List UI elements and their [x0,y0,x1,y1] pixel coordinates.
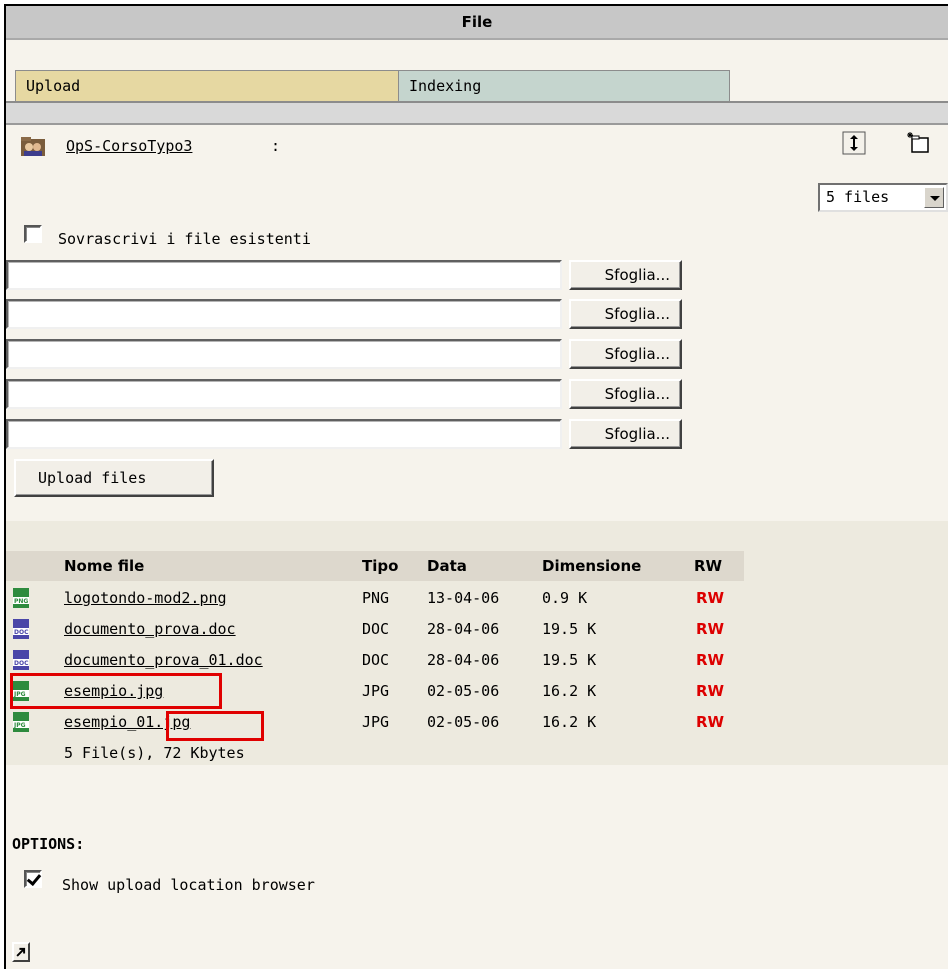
jpg-icon: JPG [13,712,29,732]
file-rw: RW [696,682,725,700]
browse-button-4[interactable]: Sfoglia... [569,379,682,409]
svg-text:JPG: JPG [13,722,26,729]
column-header-date[interactable]: Data [427,557,467,575]
chevron-down-icon[interactable] [924,187,944,208]
folder-icon [21,137,45,156]
path-separator: : [271,137,281,155]
table-row[interactable]: DOC documento_prova.doc DOC 28-04-06 19.… [6,614,744,645]
column-header-size[interactable]: Dimensione [542,557,641,575]
file-name-link[interactable]: esempio_01.jpg [64,713,190,731]
file-name-link[interactable]: esempio.jpg [64,682,163,700]
file-date: 13-04-06 [427,589,500,607]
file-rw: RW [696,620,725,638]
table-row[interactable]: JPG esempio_01.jpg JPG 02-05-06 16.2 K R… [6,707,744,738]
svg-text:PNG: PNG [14,598,28,605]
file-list-panel: Nome file Tipo Data Dimensione RW PNG lo… [6,521,948,765]
file-input-2[interactable] [6,299,562,329]
file-rw: RW [696,651,725,669]
file-type: PNG [362,589,390,607]
column-header-type[interactable]: Tipo [362,557,398,575]
svg-text:JPG: JPG [13,691,26,698]
column-header-name[interactable]: Nome file [64,557,144,575]
file-type: JPG [362,682,390,700]
table-row[interactable]: PNG logotondo-mod2.png PNG 13-04-06 0.9 … [6,583,744,614]
separator-band [6,103,948,125]
file-date: 02-05-06 [427,682,500,700]
file-name-link[interactable]: logotondo-mod2.png [64,589,227,607]
browse-button-1[interactable]: Sfoglia... [569,260,682,290]
file-name-link[interactable]: documento_prova_01.doc [64,651,263,669]
file-size: 16.2 K [542,682,597,700]
table-row[interactable]: JPG esempio.jpg JPG 02-05-06 16.2 K RW [6,676,744,707]
png-icon: PNG [13,588,29,608]
tab-upload[interactable]: Upload [15,70,399,102]
upload-files-button[interactable]: Upload files [14,459,214,497]
file-date: 02-05-06 [427,713,500,731]
file-module-frame: File Upload Indexing OpS-CorsoTypo3 : 5 … [4,4,948,969]
column-header-rw: RW [694,557,723,575]
file-type: JPG [362,713,390,731]
browse-button-2[interactable]: Sfoglia... [569,299,682,329]
table-row[interactable]: DOC documento_prova_01.doc DOC 28-04-06 … [6,645,744,676]
tab-indexing[interactable]: Indexing [398,70,730,102]
browse-button-5[interactable]: Sfoglia... [569,419,682,449]
path-folder-link[interactable]: OpS-CorsoTypo3 [66,137,192,155]
jpg-icon: JPG [13,681,29,701]
show-upload-browser-checkbox[interactable] [24,870,42,888]
file-input-5[interactable] [6,419,562,449]
file-date: 28-04-06 [427,651,500,669]
files-count-value: 5 files [826,188,890,206]
file-input-1[interactable] [6,260,562,290]
file-rw: RW [696,589,725,607]
file-input-3[interactable] [6,339,562,369]
doc-icon: DOC [13,619,29,639]
files-count-select[interactable]: 5 files [818,183,948,212]
file-type: DOC [362,620,390,638]
file-rw: RW [696,713,725,731]
file-list-header: Nome file Tipo Data Dimensione RW [6,551,744,581]
file-size: 16.2 K [542,713,597,731]
tab-bar: Upload Indexing [15,70,730,102]
options-title: OPTIONS: [12,835,85,853]
file-date: 28-04-06 [427,620,500,638]
path-bar: OpS-CorsoTypo3 : [6,127,948,163]
file-size: 19.5 K [542,620,597,638]
reload-icon[interactable] [842,131,866,155]
file-input-4[interactable] [6,379,562,409]
file-size: 19.5 K [542,651,597,669]
browse-button-3[interactable]: Sfoglia... [569,339,682,369]
show-upload-browser-label: Show upload location browser [62,876,315,894]
svg-text:DOC: DOC [14,629,29,636]
file-size: 0.9 K [542,589,588,607]
file-summary: 5 File(s), 72 Kbytes [64,744,245,762]
svg-text:DOC: DOC [14,660,29,667]
page-title: File [6,6,948,40]
new-folder-icon[interactable] [906,131,930,155]
expand-arrow-icon[interactable] [12,942,30,962]
file-name-link[interactable]: documento_prova.doc [64,620,236,638]
overwrite-label: Sovrascrivi i file esistenti [58,230,311,248]
overwrite-checkbox[interactable] [24,225,42,243]
doc-icon: DOC [13,650,29,670]
file-type: DOC [362,651,390,669]
